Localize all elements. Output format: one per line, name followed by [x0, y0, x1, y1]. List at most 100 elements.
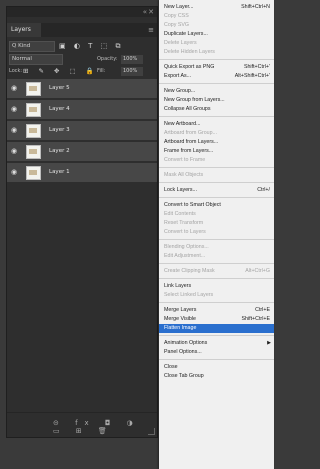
menu-group: Close Close Tab Group	[159, 360, 274, 383]
menu-item-label: Reset Transform	[164, 220, 204, 226]
eye-icon[interactable]: ◉	[11, 127, 17, 134]
menu-item-label: Convert to Layers	[164, 229, 206, 235]
fill-field[interactable]: 100%	[121, 67, 143, 76]
menu-item-panel-options[interactable]: Panel Options...	[159, 348, 274, 357]
menu-item-label: Convert to Frame	[164, 157, 206, 163]
double-chevron-icon[interactable]: «	[143, 7, 147, 17]
menu-item-mask-all-objects: Mask All Objects	[159, 171, 274, 180]
menu-item-label: Quick Export as PNG	[164, 64, 215, 70]
menu-item-shortcut: Shift+Ctrl+E	[241, 316, 270, 322]
menu-item-label: Collapse All Groups	[164, 106, 211, 112]
menu-group: Convert to Smart Object Edit Contents Rese…	[159, 198, 274, 240]
footer-action-icons[interactable]: ⊝ fx ◘ ◑ ▭ ⊞ 🗑	[53, 419, 157, 435]
menu-item-label: Copy SVG	[164, 22, 190, 28]
menu-item-label: Merge Visible	[164, 316, 196, 322]
layer-thumbnail	[26, 166, 41, 180]
layers-panel-menu: New Layer... Shift+Ctrl+N Copy CSS Copy SVG…	[159, 0, 274, 469]
menu-item-artboard-from-layers[interactable]: Artboard from Layers...	[159, 138, 274, 147]
menu-item-label: Link Layers	[164, 283, 192, 289]
menu-group: Quick Export as PNG Shift+Ctrl+' Export As…	[159, 60, 274, 84]
menu-item-new-group-from-layers[interactable]: New Group from Layers...	[159, 96, 274, 105]
menu-item-merge-layers[interactable]: Merge Layers Ctrl+E	[159, 306, 274, 315]
blend-mode-select[interactable]: Normal	[9, 54, 63, 65]
menu-group: New Layer... Shift+Ctrl+N Copy CSS Copy SVG…	[159, 0, 274, 60]
lock-icons[interactable]: ⊞ ✎ ✥ ⬚ 🔒	[23, 66, 98, 77]
menu-item-delete-layers: Delete Layers	[159, 39, 274, 48]
opacity-label: Opacity:	[97, 56, 118, 62]
menu-item-label: Convert to Smart Object	[164, 202, 221, 208]
menu-item-close-tab-group[interactable]: Close Tab Group	[159, 372, 274, 381]
menu-item-label: Create Clipping Mask	[164, 268, 215, 274]
layer-row[interactable]: ◉ Layer 5	[7, 79, 157, 99]
filter-type-icons[interactable]: ▣ ◐ T ⬚ ⧉	[59, 41, 124, 52]
menu-item-new-artboard[interactable]: New Artboard...	[159, 120, 274, 129]
menu-item-convert-to-layers: Convert to Layers	[159, 228, 274, 237]
menu-item-animation-options[interactable]: Animation Options ▶	[159, 339, 274, 348]
layer-row[interactable]: ◉ Layer 2	[7, 142, 157, 162]
eye-icon[interactable]: ◉	[11, 148, 17, 155]
menu-item-close[interactable]: Close	[159, 363, 274, 372]
resize-handle-icon[interactable]	[148, 428, 155, 435]
menu-item-convert-to-smart-object[interactable]: Convert to Smart Object	[159, 201, 274, 210]
menu-item-label: Select Linked Layers	[164, 292, 214, 298]
menu-item-duplicate-layers[interactable]: Duplicate Layers...	[159, 30, 274, 39]
layer-name: Layer 4	[49, 106, 70, 112]
menu-item-label: Blending Options...	[164, 244, 209, 250]
layer-thumbnail	[26, 82, 41, 96]
menu-item-reset-transform: Reset Transform	[159, 219, 274, 228]
eye-icon[interactable]: ◉	[11, 106, 17, 113]
menu-item-label: Export As...	[164, 73, 192, 79]
opacity-field[interactable]: 100%	[121, 55, 143, 64]
panel-menu-icon[interactable]: ≡	[148, 23, 154, 37]
menu-item-label: Copy CSS	[164, 13, 189, 19]
menu-item-create-clipping-mask: Create Clipping Mask Alt+Ctrl+G	[159, 267, 274, 276]
menu-item-label: Lock Layers...	[164, 187, 197, 193]
menu-group: Merge Layers Ctrl+E Merge Visible Shift+Ctr…	[159, 303, 274, 336]
menu-item-label: New Group...	[164, 88, 196, 94]
menu-item-artboard-from-group: Artboard from Group...	[159, 129, 274, 138]
menu-item-new-group[interactable]: New Group...	[159, 87, 274, 96]
menu-item-shortcut: Ctrl+/	[257, 187, 270, 193]
filter-kind-select[interactable]: Q Kind	[9, 41, 55, 52]
layer-thumbnail	[26, 124, 41, 138]
menu-item-label: Close Tab Group	[164, 373, 204, 379]
menu-item-label: New Artboard...	[164, 121, 201, 127]
menu-item-quick-export-as-png[interactable]: Quick Export as PNG Shift+Ctrl+'	[159, 63, 274, 72]
menu-item-label: New Layer...	[164, 4, 194, 10]
menu-item-label: Duplicate Layers...	[164, 31, 208, 37]
layer-row[interactable]: ◉ Layer 4	[7, 100, 157, 120]
close-icon[interactable]: ✕	[148, 7, 154, 17]
layer-thumbnail	[26, 103, 41, 117]
menu-item-label: Flatten Image	[164, 325, 197, 331]
fill-label: Fill:	[97, 68, 106, 74]
menu-item-delete-hidden-layers: Delete Hidden Layers	[159, 48, 274, 57]
menu-item-export-as[interactable]: Export As... Alt+Shift+Ctrl+'	[159, 72, 274, 81]
menu-group: New Group... New Group from Layers... Coll…	[159, 84, 274, 117]
menu-item-flatten-image[interactable]: Flatten Image	[159, 324, 274, 333]
menu-item-label: Edit Adjustment...	[164, 253, 206, 259]
layer-name: Layer 1	[49, 169, 70, 175]
layers-panel-footer: ⊝ fx ◘ ◑ ▭ ⊞ 🗑	[7, 412, 157, 437]
menu-item-lock-layers[interactable]: Lock Layers... Ctrl+/	[159, 186, 274, 195]
menu-item-label: Artboard from Layers...	[164, 139, 219, 145]
menu-item-label: Edit Contents	[164, 211, 196, 217]
eye-icon[interactable]: ◉	[11, 169, 17, 176]
menu-item-merge-visible[interactable]: Merge Visible Shift+Ctrl+E	[159, 315, 274, 324]
menu-item-label: Close	[164, 364, 178, 370]
menu-item-link-layers[interactable]: Link Layers	[159, 282, 274, 291]
eye-icon[interactable]: ◉	[11, 85, 17, 92]
panel-tab-bar: Layers ≡	[7, 23, 157, 37]
menu-item-collapse-all-groups[interactable]: Collapse All Groups	[159, 105, 274, 114]
menu-group: Link Layers Select Linked Layers	[159, 279, 274, 303]
menu-item-shortcut: Ctrl+E	[255, 307, 270, 313]
layers-panel: « ✕ Layers ≡ Q Kind ▣ ◐ T ⬚ ⧉ Normal Opa…	[6, 6, 158, 438]
tab-layers[interactable]: Layers	[7, 23, 41, 37]
menu-item-frame-from-layers[interactable]: Frame from Layers...	[159, 147, 274, 156]
menu-group: Animation Options ▶ Panel Options...	[159, 336, 274, 360]
menu-group: New Artboard... Artboard from Group... Art…	[159, 117, 274, 168]
menu-item-new-layer[interactable]: New Layer... Shift+Ctrl+N	[159, 3, 274, 12]
layer-row[interactable]: ◉ Layer 3	[7, 121, 157, 141]
layer-row[interactable]: ◉ Layer 1	[7, 163, 157, 183]
menu-item-shortcut: Shift+Ctrl+N	[241, 4, 270, 10]
panel-title-bar[interactable]: « ✕	[7, 7, 157, 17]
